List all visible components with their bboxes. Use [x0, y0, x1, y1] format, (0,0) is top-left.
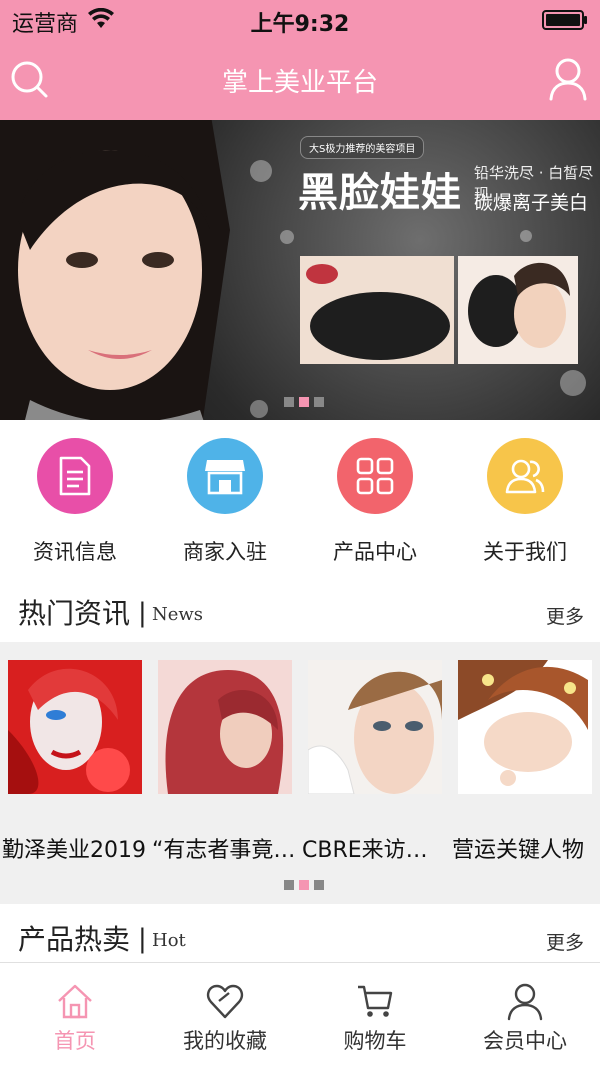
- news-title: CBRE来访交流: [302, 838, 448, 863]
- document-icon: [59, 456, 91, 496]
- bottom-tab-bar: 首页 我的收藏 购物车 会员中心: [0, 962, 600, 1065]
- promo-banner[interactable]: 大S极力推荐的美容项目 黑脸娃娃 铅华洗尽 · 白皙尽现 碳爆离子美白: [0, 120, 600, 420]
- section-divider: |: [138, 598, 147, 628]
- news-title: “有志者事竟成”: [152, 838, 298, 863]
- tab-label: 购物车: [343, 1029, 407, 1053]
- news-thumbnail: [308, 660, 442, 794]
- category-label: 关于我们: [483, 540, 567, 564]
- section-subtitle: Hot: [152, 930, 186, 951]
- user-profile-button[interactable]: [548, 56, 588, 102]
- category-icon-circle: [487, 438, 563, 514]
- hot-news-header: 热门资讯 | News 更多: [0, 580, 600, 640]
- pagination-dot[interactable]: [284, 880, 294, 890]
- category-label: 商家入驻: [183, 540, 267, 564]
- news-thumbnail: [8, 660, 142, 794]
- category-icon-circle: [337, 438, 413, 514]
- pagination-dot[interactable]: [314, 880, 324, 890]
- news-card[interactable]: “有志者事竟成”: [150, 660, 300, 863]
- user-icon: [549, 58, 587, 101]
- page-title: 掌上美业平台: [221, 68, 378, 98]
- category-products[interactable]: 产品中心: [300, 420, 450, 580]
- tab-label: 我的收藏: [183, 1029, 267, 1053]
- pagination-dot-active[interactable]: [299, 397, 309, 407]
- news-card[interactable]: CBRE来访交流: [300, 660, 450, 863]
- category-merchant[interactable]: 商家入驻: [150, 420, 300, 580]
- status-time: 上午9:32: [250, 12, 350, 37]
- status-bar: 运营商 上午9:32: [0, 0, 600, 40]
- tab-favorites[interactable]: 我的收藏: [150, 963, 300, 1065]
- news-card[interactable]: 营运关键人物: [450, 660, 600, 863]
- news-pagination[interactable]: [284, 880, 324, 890]
- grid-icon: [356, 457, 394, 495]
- hot-news-carousel: 勤泽美业2019 “有志者事竟成” CBRE来访交流 营运关键人物: [0, 642, 600, 904]
- banner-tag: 大S极力推荐的美容项目: [300, 136, 425, 159]
- more-link[interactable]: 更多: [546, 928, 584, 955]
- cart-icon: [358, 985, 393, 1017]
- category-label: 资讯信息: [33, 540, 117, 564]
- app-header: 掌上美业平台: [0, 40, 600, 120]
- bokeh-light: [560, 370, 586, 396]
- section-divider: |: [138, 924, 147, 954]
- tab-label: 会员中心: [483, 1029, 567, 1053]
- tab-member[interactable]: 会员中心: [450, 963, 600, 1065]
- black-mask-photo: [300, 256, 454, 364]
- category-label: 产品中心: [333, 540, 417, 564]
- banner-tagline: 碳爆离子美白: [474, 192, 589, 214]
- category-news[interactable]: 资讯信息: [0, 420, 150, 580]
- news-thumbnail: [158, 660, 292, 794]
- heart-icon: [206, 984, 244, 1019]
- category-icon-circle: [187, 438, 263, 514]
- hot-products-header: 产品热卖 | Hot 更多: [0, 906, 600, 962]
- section-title: 产品热卖: [18, 923, 131, 956]
- home-icon: [58, 984, 92, 1019]
- pagination-dot[interactable]: [314, 397, 324, 407]
- news-title: 勤泽美业2019: [2, 838, 146, 863]
- news-card[interactable]: 勤泽美业2019: [0, 660, 150, 863]
- more-link[interactable]: 更多: [546, 602, 584, 629]
- people-icon: [505, 459, 545, 494]
- battery-icon: [542, 10, 587, 30]
- banner-headline: 黑脸娃娃: [298, 170, 462, 216]
- category-shortcuts: 资讯信息 商家入驻 产品中心 关于我们: [0, 420, 600, 580]
- category-icon-circle: [37, 438, 113, 514]
- bokeh-light: [280, 230, 294, 244]
- pagination-dot-active[interactable]: [299, 880, 309, 890]
- user-icon: [507, 983, 543, 1021]
- tab-cart[interactable]: 购物车: [300, 963, 450, 1065]
- section-title: 热门资讯: [18, 597, 131, 630]
- tab-home[interactable]: 首页: [0, 963, 150, 1065]
- news-thumbnail: [458, 660, 592, 794]
- model-portrait: [0, 120, 230, 420]
- bokeh-light: [520, 230, 532, 242]
- store-icon: [205, 460, 245, 495]
- banner-pagination[interactable]: [284, 397, 324, 407]
- category-about[interactable]: 关于我们: [450, 420, 600, 580]
- news-title: 营运关键人物: [452, 838, 585, 863]
- tab-label: 首页: [54, 1029, 96, 1053]
- pagination-dot[interactable]: [284, 397, 294, 407]
- section-subtitle: News: [152, 604, 204, 625]
- mask-model-photo: [458, 256, 578, 364]
